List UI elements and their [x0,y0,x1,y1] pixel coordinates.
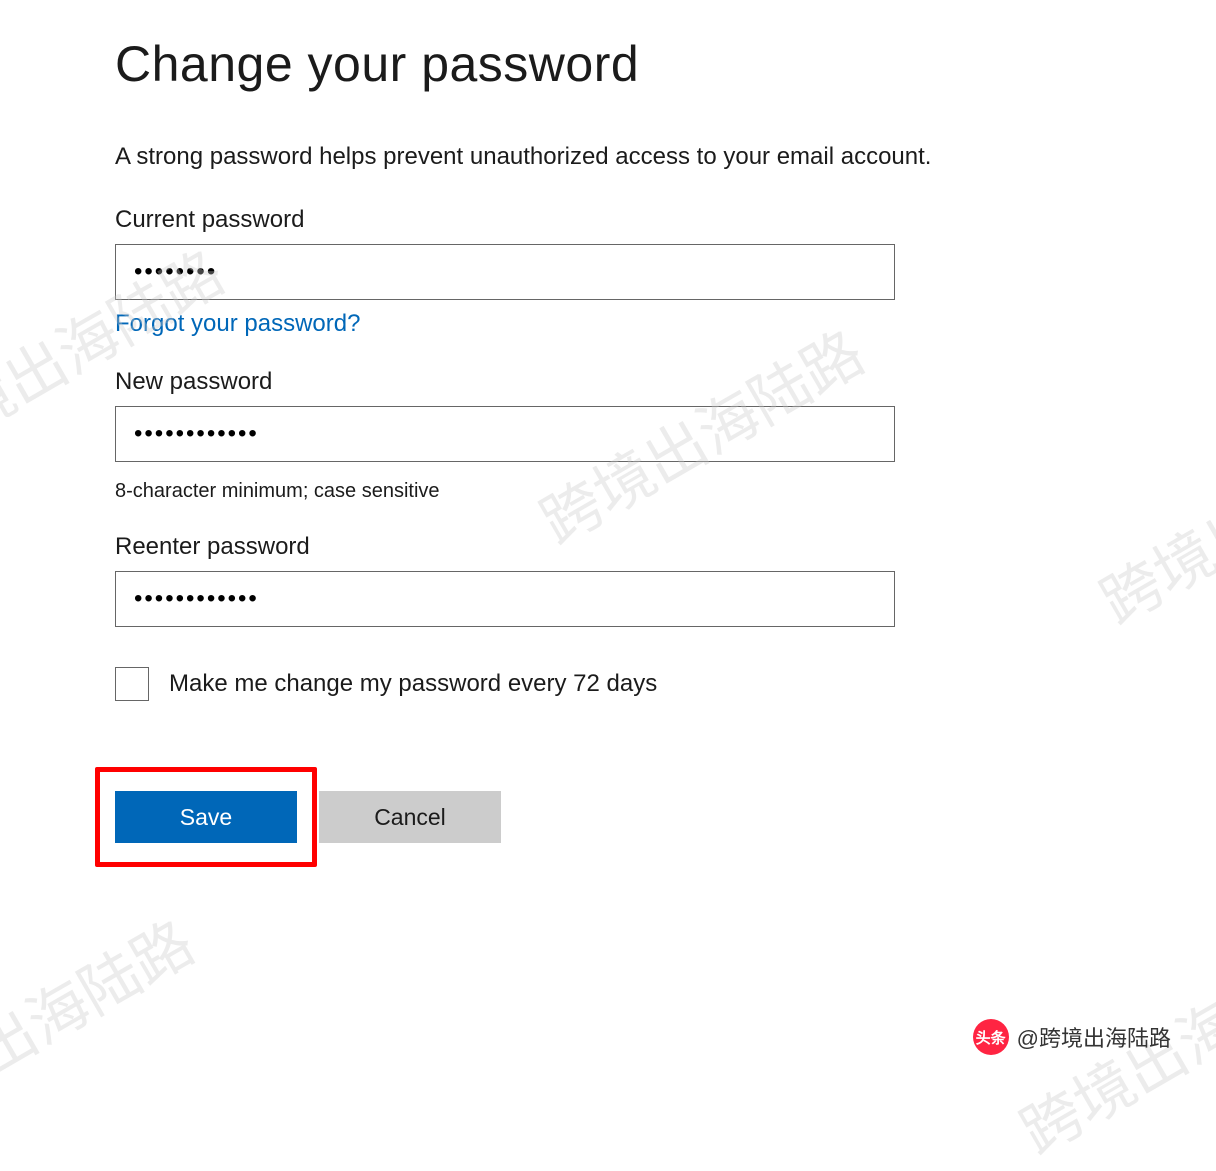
forgot-password-link[interactable]: Forgot your password? [115,310,360,338]
cancel-button[interactable]: Cancel [319,791,501,843]
new-password-group: New password 8-character minimum; case s… [115,368,1101,503]
page-title: Change your password [115,35,1101,93]
watermark: 跨境出海陆路 [0,896,208,1151]
description-text: A strong password helps prevent unauthor… [115,143,1101,171]
reenter-password-label: Reenter password [115,533,1101,561]
attribution-bar: 头条 @跨境出海陆路 [973,1019,1171,1055]
save-button[interactable]: Save [115,791,297,843]
password-hint: 8-character minimum; case sensitive [115,480,1101,503]
new-password-input[interactable] [115,406,895,462]
periodic-change-row: Make me change my password every 72 days [115,667,1101,701]
current-password-input[interactable] [115,244,895,300]
periodic-change-checkbox[interactable] [115,667,149,701]
current-password-label: Current password [115,206,1101,234]
periodic-change-label[interactable]: Make me change my password every 72 days [169,670,657,698]
attribution-handle: @跨境出海陆路 [1017,1021,1171,1053]
reenter-password-input[interactable] [115,571,895,627]
button-row: Save Cancel [95,791,1101,843]
reenter-password-group: Reenter password [115,533,1101,627]
change-password-form: Change your password A strong password h… [0,0,1216,843]
new-password-label: New password [115,368,1101,396]
toutiao-icon: 头条 [973,1019,1009,1055]
current-password-group: Current password Forgot your password? [115,206,1101,338]
